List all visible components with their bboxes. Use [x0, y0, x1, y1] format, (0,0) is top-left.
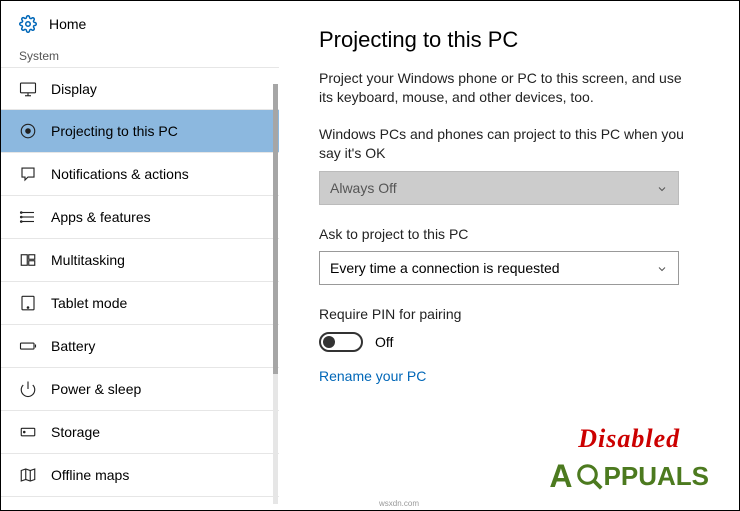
sidebar-item-storage[interactable]: Storage [1, 411, 279, 454]
nav-text: Battery [51, 338, 95, 354]
ask-project-label: Ask to project to this PC [319, 225, 699, 244]
chevron-down-icon [656, 182, 668, 194]
appuals-logo: A PPUALS [549, 458, 709, 495]
storage-icon [19, 423, 37, 441]
disabled-annotation: Disabled [549, 424, 709, 454]
nav-text: Power & sleep [51, 381, 141, 397]
projection-permission-label: Windows PCs and phones can project to th… [319, 125, 699, 163]
sidebar-item-power[interactable]: Power & sleep [1, 368, 279, 411]
section-label: System [1, 43, 279, 67]
content-area: Projecting to this PC Project your Windo… [279, 1, 739, 510]
page-description: Project your Windows phone or PC to this… [319, 69, 699, 107]
sidebar: Home System Display Projecting to this P… [1, 1, 279, 510]
notifications-icon [19, 165, 37, 183]
display-icon [19, 80, 37, 98]
nav-text: Apps & features [51, 209, 151, 225]
ask-project-select[interactable]: Every time a connection is requested [319, 251, 679, 285]
multitasking-icon [19, 251, 37, 269]
sidebar-item-projecting[interactable]: Projecting to this PC [1, 110, 279, 153]
logo-rest: PPUALS [604, 461, 709, 492]
sidebar-item-multitasking[interactable]: Multitasking [1, 239, 279, 282]
sidebar-item-notifications[interactable]: Notifications & actions [1, 153, 279, 196]
nav-text: Display [51, 81, 97, 97]
home-nav[interactable]: Home [1, 1, 279, 43]
projection-permission-select[interactable]: Always Off [319, 171, 679, 205]
sidebar-item-maps[interactable]: Offline maps [1, 454, 279, 497]
nav-text: Offline maps [51, 467, 129, 483]
select-value: Every time a connection is requested [330, 260, 560, 276]
nav-text: Storage [51, 424, 100, 440]
power-icon [19, 380, 37, 398]
sidebar-item-apps[interactable]: Apps & features [1, 196, 279, 239]
nav-list: Display Projecting to this PC Notificati… [1, 67, 279, 497]
battery-icon [19, 337, 37, 355]
gear-icon [19, 15, 37, 33]
select-value: Always Off [330, 180, 397, 196]
nav-text: Tablet mode [51, 295, 127, 311]
page-title: Projecting to this PC [319, 27, 699, 53]
toggle-knob [323, 336, 335, 348]
sidebar-item-tablet[interactable]: Tablet mode [1, 282, 279, 325]
sidebar-item-battery[interactable]: Battery [1, 325, 279, 368]
toggle-state-label: Off [375, 334, 393, 350]
maps-icon [19, 466, 37, 484]
sidebar-item-display[interactable]: Display [1, 67, 279, 110]
tablet-icon [19, 294, 37, 312]
require-pin-toggle[interactable] [319, 332, 363, 352]
chevron-down-icon [656, 262, 668, 274]
logo-a: A [549, 458, 572, 495]
scrollbar-track[interactable] [273, 84, 278, 504]
require-pin-label: Require PIN for pairing [319, 305, 699, 324]
annotation-overlay: Disabled A PPUALS [549, 424, 709, 495]
nav-text: Notifications & actions [51, 166, 189, 182]
projecting-icon [19, 122, 37, 140]
credit-text: wsxdn.com [379, 499, 419, 508]
nav-text: Multitasking [51, 252, 125, 268]
scrollbar-thumb[interactable] [273, 84, 278, 374]
rename-pc-link[interactable]: Rename your PC [319, 368, 426, 384]
home-label: Home [49, 16, 86, 32]
apps-icon [19, 208, 37, 226]
nav-text: Projecting to this PC [51, 123, 178, 139]
magnifier-icon [575, 462, 605, 492]
